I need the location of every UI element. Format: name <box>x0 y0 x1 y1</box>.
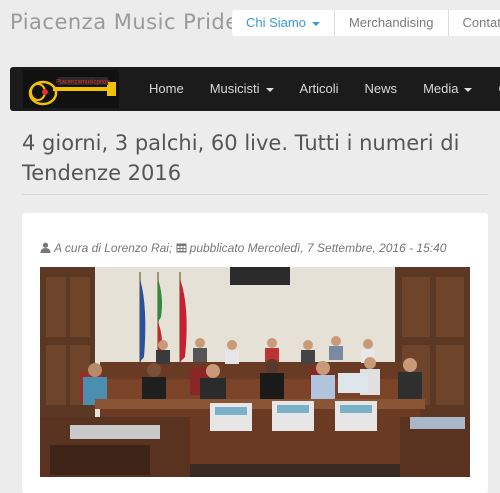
top-nav-chi-siamo[interactable]: Chi Siamo <box>232 10 335 36</box>
nav-label: Musicisti <box>209 81 260 96</box>
article-photo[interactable] <box>40 267 470 477</box>
top-nav-contatti[interactable]: Contatti <box>449 10 500 36</box>
user-icon <box>40 242 51 253</box>
nav-media[interactable]: Media <box>410 67 485 111</box>
top-nav-label: Contatti <box>462 15 500 30</box>
article-card: A cura di Lorenzo Rai; pubblicato Mercol… <box>22 213 488 493</box>
top-nav-label: Chi Siamo <box>246 15 306 30</box>
calendar-icon <box>176 243 187 253</box>
top-nav: Chi Siamo Merchandising Contatti <box>232 10 500 36</box>
nav-label: News <box>364 81 398 96</box>
divider <box>22 194 488 195</box>
nav-label: Home <box>149 81 184 96</box>
article-byline: A cura di Lorenzo Rai; pubblicato Mercol… <box>40 241 446 255</box>
top-nav-merchandising[interactable]: Merchandising <box>335 10 449 36</box>
published-date: pubblicato Mercoledì, 7 Settembre, 2016 … <box>189 241 447 255</box>
logo-text: Piacenzamusicpride <box>56 80 110 86</box>
top-nav-label: Merchandising <box>348 15 434 30</box>
article-title: 4 giorni, 3 palchi, 60 live. Tutti i num… <box>22 131 460 185</box>
nav-label: Media <box>423 81 459 96</box>
nav-ca[interactable]: Ca <box>485 67 500 111</box>
chevron-down-icon <box>265 87 274 92</box>
chevron-down-icon <box>311 21 320 26</box>
nav-musicisti[interactable]: Musicisti <box>197 67 287 111</box>
author: A cura di Lorenzo Rai; <box>54 241 173 255</box>
nav-label: Articoli <box>299 81 339 96</box>
nav-news[interactable]: News <box>352 67 411 111</box>
main-navbar: Piacenzamusicpride Home Musicisti Artico… <box>10 67 500 111</box>
chevron-down-icon <box>464 87 473 92</box>
nav-home[interactable]: Home <box>136 67 197 111</box>
nav-articoli[interactable]: Articoli <box>287 67 352 111</box>
logo-guitar-icon[interactable]: Piacenzamusicpride <box>23 70 119 108</box>
site-title[interactable]: Piacenza Music Pride <box>10 10 239 34</box>
